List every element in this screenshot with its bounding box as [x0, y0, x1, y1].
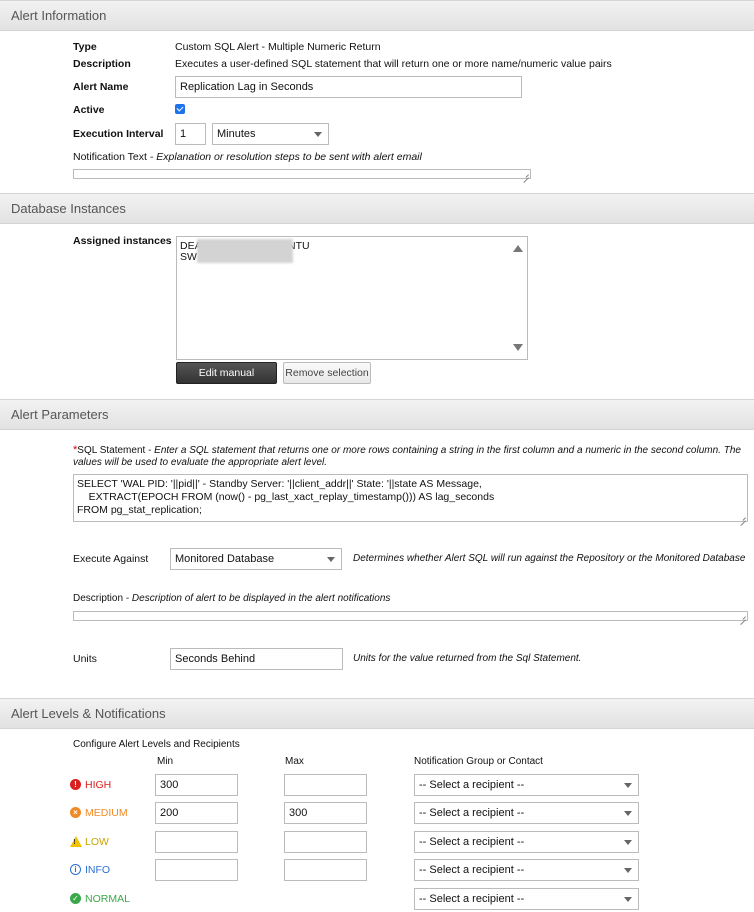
interval-unit-select[interactable]: Minutes: [212, 123, 329, 145]
notification-label: Notification Text: [73, 151, 147, 163]
scroll-down-icon[interactable]: [513, 344, 523, 351]
resize-grip-icon[interactable]: [522, 171, 529, 178]
column-header-min: Min: [157, 756, 174, 767]
instance-item[interactable]: SW: [180, 251, 197, 263]
alert-name-label: Alert Name: [73, 81, 129, 93]
execute-against-select[interactable]: Monitored Database: [170, 548, 342, 570]
remove-selection-button[interactable]: Remove selection: [283, 362, 371, 384]
normal-level-label: NORMAL: [85, 893, 130, 905]
interval-value-input[interactable]: 1: [175, 123, 206, 145]
units-hint: Units for the value returned from the Sq…: [353, 653, 582, 664]
recipient-select-value: -- Select a recipient --: [419, 779, 525, 791]
info-max-input[interactable]: [284, 859, 367, 881]
normal-recipient-select[interactable]: -- Select a recipient --: [414, 888, 639, 910]
medium-min-input[interactable]: 200: [155, 802, 238, 824]
medium-level-label: MEDIUM: [85, 807, 128, 819]
execute-against-hint: Determines whether Alert SQL will run ag…: [353, 553, 746, 564]
normal-level-icon: ✓: [70, 893, 81, 904]
medium-recipient-select[interactable]: -- Select a recipient --: [414, 802, 639, 824]
chevron-down-icon: [624, 897, 632, 902]
info-recipient-select[interactable]: -- Select a recipient --: [414, 859, 639, 881]
sql-label: SQL Statement: [77, 445, 146, 456]
chevron-down-icon: [624, 783, 632, 788]
execute-against-label: Execute Against: [73, 553, 149, 565]
high-level-icon: !: [70, 779, 81, 790]
execute-against-value: Monitored Database: [175, 553, 275, 565]
medium-max-input[interactable]: 300: [284, 802, 367, 824]
medium-level-icon: ×: [70, 807, 81, 818]
column-header-max: Max: [285, 756, 304, 767]
active-checkbox[interactable]: [175, 104, 185, 114]
recipient-select-value: -- Select a recipient --: [419, 893, 525, 905]
recipient-select-value: -- Select a recipient --: [419, 836, 525, 848]
execution-interval-label: Execution Interval: [73, 128, 164, 140]
edit-manual-selection-button[interactable]: Edit manual selection: [176, 362, 277, 399]
configure-levels-label: Configure Alert Levels and Recipients: [73, 739, 240, 750]
section-header-alert-parameters: Alert Parameters: [0, 399, 754, 430]
resize-grip-icon[interactable]: [739, 613, 746, 620]
low-max-input[interactable]: [284, 831, 367, 853]
column-header-recipient: Notification Group or Contact: [414, 756, 543, 767]
notification-text-input[interactable]: [73, 169, 531, 179]
description-value: Executes a user-defined SQL statement th…: [175, 58, 612, 70]
sql-line: EXTRACT(EPOCH FROM (now() - pg_last_xact…: [77, 491, 495, 503]
chevron-down-icon: [314, 132, 322, 137]
high-max-input[interactable]: [284, 774, 367, 796]
active-label: Active: [73, 104, 105, 116]
info-level-label: INFO: [85, 864, 111, 876]
assigned-instances-label: Assigned instances: [73, 235, 172, 247]
low-min-input[interactable]: [155, 831, 238, 853]
sql-line: SELECT 'WAL PID: '||pid||' - Standby Ser…: [77, 478, 482, 490]
type-value: Custom SQL Alert - Multiple Numeric Retu…: [175, 41, 381, 53]
alert-description-title: Description: [73, 593, 124, 604]
chevron-down-icon: [327, 557, 335, 562]
alert-description-label: Description - Description of alert to be…: [73, 593, 390, 604]
notification-text-label: Notification Text - Explanation or resol…: [73, 151, 422, 163]
recipient-select-value: -- Select a recipient --: [419, 864, 525, 876]
assigned-instances-list[interactable]: DEA NTU SW: [176, 236, 528, 360]
alert-description-input[interactable]: [73, 611, 748, 621]
redacted-block: [197, 239, 293, 263]
low-level-label: LOW: [85, 836, 109, 848]
interval-unit-value: Minutes: [217, 128, 256, 140]
alert-description-hint: - Description of alert to be displayed i…: [123, 593, 391, 604]
units-label: Units: [73, 653, 97, 665]
sql-line: FROM pg_stat_replication;: [77, 504, 202, 516]
section-header-alert-information: Alert Information: [0, 0, 754, 31]
low-recipient-select[interactable]: -- Select a recipient --: [414, 831, 639, 853]
section-header-alert-levels: Alert Levels & Notifications: [0, 698, 754, 729]
high-recipient-select[interactable]: -- Select a recipient --: [414, 774, 639, 796]
low-level-icon: !: [70, 836, 82, 847]
sql-statement-label: *SQL Statement - Enter a SQL statement t…: [73, 444, 741, 469]
notification-hint: - Explanation or resolution steps to be …: [146, 151, 422, 163]
sql-statement-input[interactable]: SELECT 'WAL PID: '||pid||' - Standby Ser…: [73, 474, 748, 522]
resize-grip-icon[interactable]: [739, 514, 746, 521]
sql-hint: - Enter a SQL statement that returns one…: [73, 445, 741, 468]
chevron-down-icon: [624, 811, 632, 816]
high-min-input[interactable]: 300: [155, 774, 238, 796]
recipient-select-value: -- Select a recipient --: [419, 807, 525, 819]
chevron-down-icon: [624, 840, 632, 845]
info-level-icon: i: [70, 864, 81, 875]
scroll-up-icon[interactable]: [513, 245, 523, 252]
alert-name-input[interactable]: Replication Lag in Seconds: [175, 76, 522, 98]
high-level-label: HIGH: [85, 779, 112, 791]
units-input[interactable]: Seconds Behind: [170, 648, 343, 670]
description-label: Description: [73, 58, 131, 70]
section-header-database-instances: Database Instances: [0, 193, 754, 224]
info-min-input[interactable]: [155, 859, 238, 881]
type-label: Type: [73, 41, 97, 53]
chevron-down-icon: [624, 868, 632, 873]
